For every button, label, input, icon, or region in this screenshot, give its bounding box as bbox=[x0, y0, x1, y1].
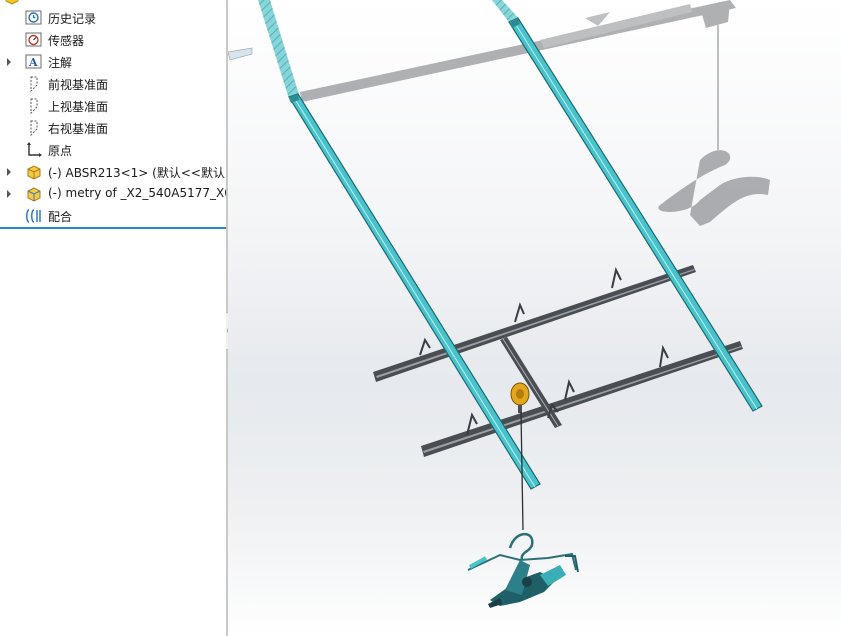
tree-rollback-bar[interactable] bbox=[0, 227, 226, 229]
mates-icon bbox=[26, 209, 41, 223]
tree-item-label: 配合 bbox=[48, 210, 73, 224]
annotation-icon: A bbox=[25, 54, 42, 69]
history-icon bbox=[25, 10, 42, 25]
plane-icon bbox=[30, 76, 38, 93]
tree-item-label: (-) metry of _X2_540A5177_X0_ bbox=[48, 186, 226, 200]
tree-item-mates[interactable]: 配合 bbox=[0, 205, 226, 227]
hanging-tool bbox=[467, 532, 579, 608]
origin-icon bbox=[27, 142, 42, 157]
svg-text:A: A bbox=[28, 56, 38, 69]
tree-item-component-geometry[interactable]: (-) metry of _X2_540A5177_X0_ bbox=[0, 183, 226, 205]
tree-item-component-absr213[interactable]: (-) ABSR213<1> (默认<<默认> bbox=[0, 161, 226, 183]
rail-left-upper bbox=[258, 0, 300, 102]
rail-right bbox=[508, 17, 763, 412]
tree-item-label: 右视基准面 bbox=[48, 122, 109, 136]
plane-icon bbox=[30, 120, 38, 137]
tree-item-label: 前视基准面 bbox=[48, 78, 109, 92]
tree-item-origin[interactable]: 原点 bbox=[0, 139, 226, 161]
tree-item-label: (-) ABSR213<1> (默认<<默认> bbox=[48, 166, 226, 180]
expand-arrow-icon[interactable] bbox=[6, 57, 12, 67]
rail-left bbox=[288, 93, 541, 490]
crossbar-back bbox=[373, 265, 696, 382]
tree-item-front-plane[interactable]: 前视基准面 bbox=[0, 73, 226, 95]
tree-item-sensors[interactable]: 传感器 bbox=[0, 29, 226, 51]
plane-icon bbox=[30, 98, 38, 115]
sensor-icon bbox=[25, 32, 42, 47]
graphics-viewport[interactable] bbox=[228, 0, 841, 636]
crossbar-front bbox=[421, 341, 743, 457]
part-icon bbox=[27, 187, 41, 202]
expand-arrow-icon[interactable] bbox=[6, 189, 12, 199]
assembly-icon bbox=[5, 0, 19, 5]
tree-item-annotations[interactable]: A 注解 bbox=[0, 51, 226, 73]
tree-item-top-plane[interactable]: 上视基准面 bbox=[0, 95, 226, 117]
part-icon bbox=[27, 165, 41, 180]
expand-arrow-icon[interactable] bbox=[6, 167, 12, 177]
tree-item-label: 上视基准面 bbox=[48, 100, 109, 114]
tree-item-right-plane[interactable]: 右视基准面 bbox=[0, 117, 226, 139]
tree-item-label: 传感器 bbox=[48, 34, 85, 48]
tree-item-label: 原点 bbox=[48, 144, 73, 158]
tree-item-label: 历史记录 bbox=[48, 12, 97, 26]
tree-item-history[interactable]: 历史记录 bbox=[0, 7, 226, 29]
floor-shadow bbox=[300, 0, 770, 226]
trolley-pulley bbox=[510, 382, 530, 413]
tree-item-label: 注解 bbox=[48, 56, 73, 70]
model-view bbox=[228, 0, 770, 608]
feature-tree-panel: 历史记录 传感器 A 注解 前视基准面 上视基准面 右视基准面 原点 (-) A… bbox=[0, 0, 226, 636]
